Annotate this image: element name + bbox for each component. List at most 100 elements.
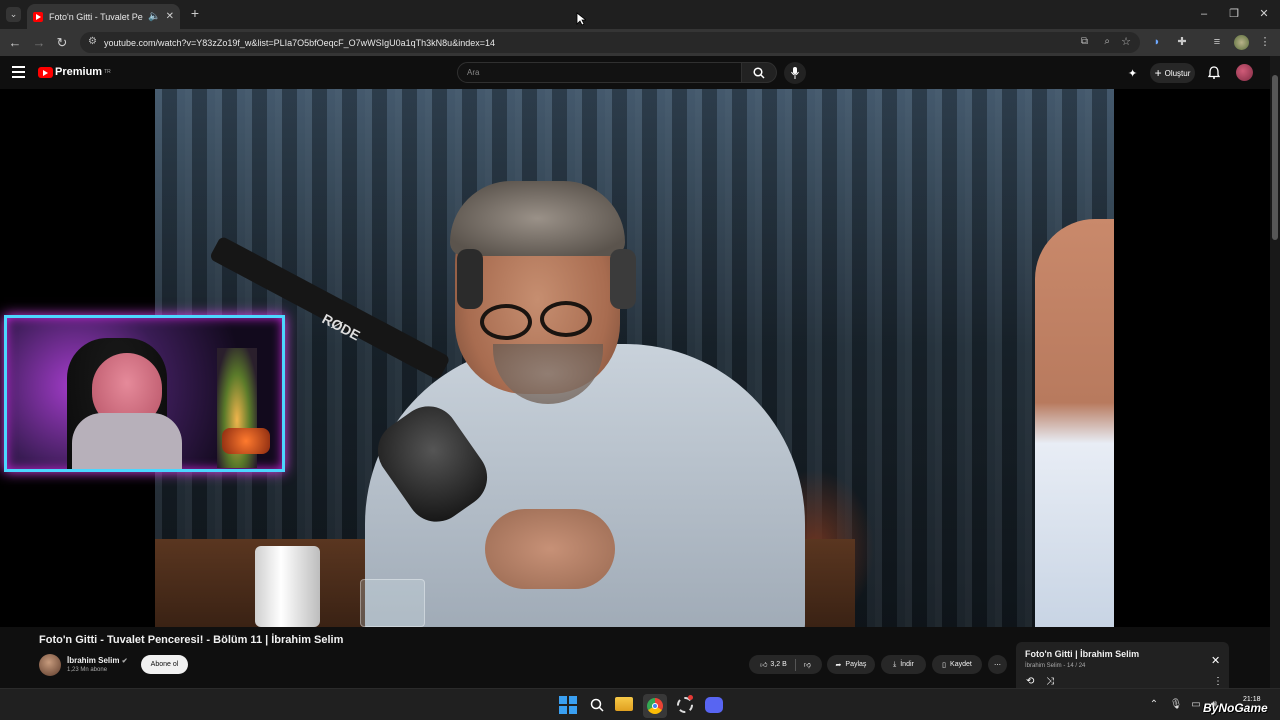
share-label: Paylaş <box>845 661 867 668</box>
search-icon <box>753 67 765 79</box>
browser-tab-active[interactable]: Foto'n Gitti - Tuvalet Pencer 🔈 ✕ <box>27 4 180 29</box>
site-info-icon[interactable]: ⚙ <box>88 36 97 47</box>
windows-taskbar: ⌃ 🎙︎ ▭ 🔊︎ 21:18 ByNoGame <box>0 688 1280 720</box>
save-label: Kaydet <box>950 661 972 668</box>
subscribe-button[interactable]: Abone ol <box>141 655 188 674</box>
save-button[interactable]: ▯ Kaydet <box>932 655 982 674</box>
zoom-icon[interactable]: ⌕ <box>1104 36 1110 47</box>
share-arrow-icon: ➦ <box>835 661 842 669</box>
youtube-play-icon <box>38 66 53 78</box>
streamer-webcam-overlay <box>4 315 285 472</box>
like-button[interactable]: 👍︎ 3,2 B <box>760 660 787 669</box>
new-tab-button[interactable]: + <box>188 6 202 20</box>
create-button[interactable]: + Oluştur <box>1150 63 1195 83</box>
speaker-hands <box>485 509 615 589</box>
video-frame[interactable]: RØDE <box>155 89 1114 627</box>
heater-lamp <box>222 428 270 454</box>
playlist-close-icon[interactable]: ✕ <box>1211 654 1220 667</box>
reload-icon[interactable]: ↻ <box>53 34 71 52</box>
thumbs-down-icon: 👎︎ <box>803 662 811 669</box>
speaker-hair <box>450 181 625 256</box>
file-explorer-icon[interactable] <box>615 697 633 711</box>
dislike-button[interactable]: 👎︎ <box>804 660 811 669</box>
bookmark-star-icon[interactable]: ☆ <box>1121 35 1131 48</box>
download-button[interactable]: ⤓ İndir <box>881 655 926 674</box>
browser-toolbar: ← → ↻ ⚙ youtube.com/watch?v=Y83zZo19f_w&… <box>0 29 1280 56</box>
chrome-taskbar-button[interactable] <box>643 694 667 718</box>
youtube-premium-logo[interactable]: Premium TR <box>38 66 111 78</box>
headphone-right <box>610 249 636 309</box>
playlist-meta: İbrahim Selim - 14 / 24 <box>1025 663 1086 669</box>
hamburger-menu-icon[interactable] <box>12 66 25 78</box>
media-controls-icon[interactable]: ≡ <box>1209 34 1225 50</box>
streamer-body <box>72 413 182 469</box>
loop-icon[interactable]: ⟲ <box>1026 676 1034 687</box>
tab-title: Foto'n Gitti - Tuvalet Pencer <box>49 11 143 22</box>
like-dislike-group: 👍︎ 3,2 B 👎︎ <box>749 655 822 674</box>
logo-country-badge: TR <box>104 69 111 75</box>
logo-text: Premium <box>55 66 103 78</box>
back-arrow-icon[interactable]: ← <box>6 34 24 52</box>
playlist-panel: Foto'n Gitti | İbrahim Selim İbrahim Sel… <box>1016 642 1229 690</box>
playlist-menu-icon[interactable]: ⋮ <box>1213 676 1223 687</box>
address-bar[interactable]: ⚙ youtube.com/watch?v=Y83zZo19f_w&list=P… <box>80 32 1140 53</box>
bynogame-watermark: ByNoGame <box>1203 701 1268 715</box>
scrollbar-thumb[interactable] <box>1272 75 1278 240</box>
water-glass <box>360 579 425 627</box>
tray-microphone-icon[interactable]: 🎙︎ <box>1169 698 1183 712</box>
youtube-favicon-icon <box>33 11 43 22</box>
like-count: 3,2 B <box>770 661 787 668</box>
glasses-right-lens <box>540 301 592 337</box>
notifications-bell-icon[interactable] <box>1208 66 1220 79</box>
install-app-icon[interactable]: ⧉ <box>1081 36 1088 47</box>
tray-display-icon[interactable]: ▭ <box>1189 698 1203 712</box>
verified-badge-icon: ✔ <box>121 658 128 665</box>
channel-avatar[interactable] <box>39 654 61 676</box>
search-input[interactable]: Ara <box>457 62 742 83</box>
subscriber-count: 1,23 Mn abone <box>67 667 108 673</box>
microphone-icon <box>791 67 799 79</box>
close-window-button[interactable]: ✕ <box>1254 5 1274 23</box>
create-label: Oluştur <box>1164 68 1191 78</box>
video-title: Foto'n Gitti - Tuvalet Penceresi! - Bölü… <box>39 634 344 646</box>
channel-name[interactable]: İbrahim Selim ✔ <box>67 656 128 665</box>
white-mug <box>255 546 320 627</box>
windows-start-icon[interactable] <box>557 694 579 716</box>
extension-audio-icon[interactable]: ◗ <box>1149 34 1165 50</box>
search-button[interactable] <box>742 62 777 83</box>
playlist-position: 14 / 24 <box>1067 663 1086 669</box>
tray-overflow-chevron-icon[interactable]: ⌃ <box>1147 698 1161 712</box>
video-player[interactable]: RØDE <box>0 89 1270 627</box>
playlist-title[interactable]: Foto'n Gitti | İbrahim Selim <box>1025 649 1139 659</box>
guest-woman <box>1035 219 1114 627</box>
youtube-header: Premium TR Ara ✦ + Oluştur <box>0 56 1280 89</box>
more-horizontal-icon: ⋯ <box>994 661 1001 669</box>
tab-search-chevron-icon[interactable]: ⌄ <box>6 7 21 22</box>
notification-dot <box>688 695 693 700</box>
share-button[interactable]: ➦ Paylaş <box>827 655 875 674</box>
profile-avatar-icon[interactable] <box>1234 35 1249 50</box>
like-divider <box>794 658 796 671</box>
minimize-button[interactable]: – <box>1194 5 1214 23</box>
forward-arrow-icon[interactable]: → <box>30 34 48 52</box>
extensions-puzzle-icon[interactable]: ✚ <box>1174 34 1190 50</box>
download-icon: ⤓ <box>893 660 897 668</box>
maximize-button[interactable]: ❐ <box>1224 5 1244 23</box>
taskbar-search-icon[interactable] <box>590 698 604 712</box>
headphone-left <box>457 249 483 309</box>
account-avatar[interactable] <box>1236 64 1253 81</box>
bookmark-icon: ▯ <box>942 661 947 669</box>
channel-name-text: İbrahim Selim <box>67 656 120 665</box>
browser-tab-strip: ⌄ Foto'n Gitti - Tuvalet Pencer 🔈 ✕ + – … <box>0 0 1280 29</box>
tab-audio-icon[interactable]: 🔈 <box>148 11 160 22</box>
shuffle-icon[interactable]: ⤨ <box>1046 676 1054 687</box>
chrome-menu-icon[interactable]: ⋮ <box>1257 34 1273 50</box>
thumbs-up-icon: 👍︎ <box>760 662 768 669</box>
discord-icon[interactable] <box>705 697 723 713</box>
mouse-cursor-icon <box>576 12 586 26</box>
voice-search-button[interactable] <box>784 62 806 84</box>
plus-icon: + <box>1154 66 1162 80</box>
more-actions-button[interactable]: ⋯ <box>988 655 1007 674</box>
ai-sparkle-icon[interactable]: ✦ <box>1128 67 1137 80</box>
tab-close-icon[interactable]: ✕ <box>166 11 174 22</box>
